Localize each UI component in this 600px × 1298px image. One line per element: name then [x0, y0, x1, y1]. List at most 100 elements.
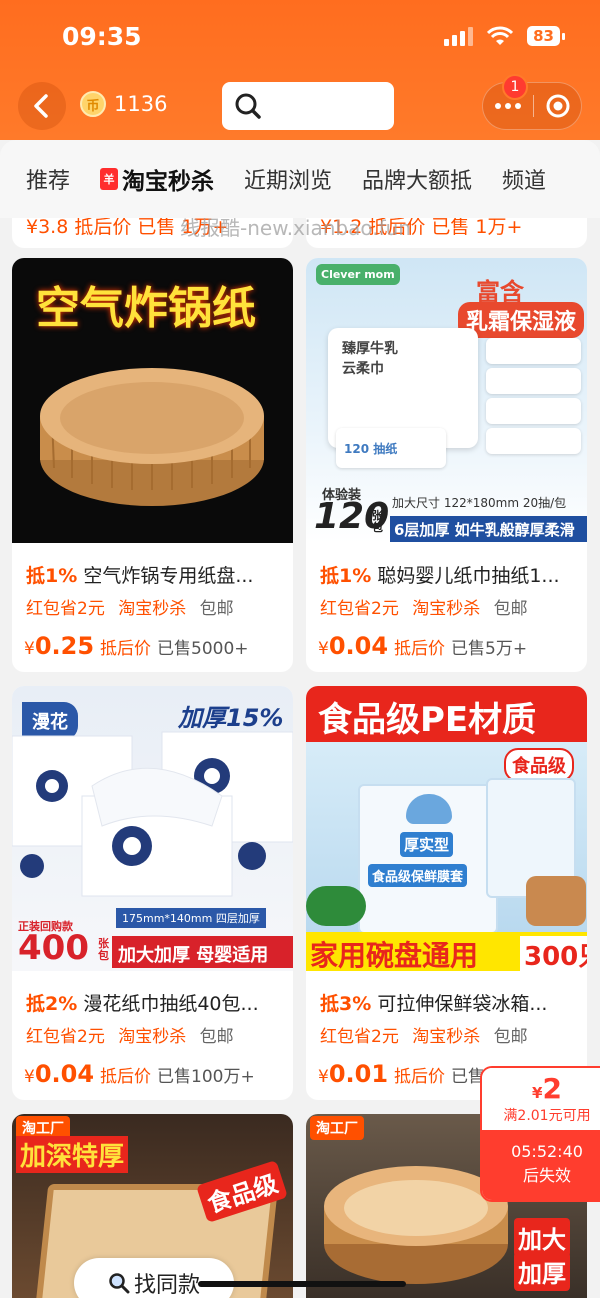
- sold-count: 已售5000+: [157, 639, 249, 659]
- product-title: 抵1% 空气炸锅专用纸盘...: [26, 561, 284, 588]
- vegetable-illustration: [306, 886, 366, 926]
- tag-free-shipping: 包邮: [493, 1027, 528, 1047]
- factory-tag: 淘工厂: [310, 1116, 364, 1140]
- coupon-currency: ¥: [532, 1084, 543, 1102]
- image-caption: 120 抽纸: [344, 442, 398, 456]
- bag-pack-illustration: 厚实型 食品级保鲜膜套: [358, 784, 498, 934]
- tag-red-packet: 红包省2元: [26, 1027, 105, 1047]
- tag-free-shipping: 包邮: [493, 599, 528, 619]
- product-title: 抵1% 聪妈婴儿纸巾抽纸1...: [320, 561, 578, 588]
- chevron-left-icon: [34, 94, 48, 118]
- more-icon[interactable]: [483, 103, 533, 109]
- notification-badge: 1: [502, 74, 528, 100]
- discount-label: 抵3%: [320, 993, 372, 1015]
- promo-tags: 红包省2元 淘宝秒杀 包邮: [320, 594, 536, 619]
- food-illustration: [526, 876, 586, 926]
- tab-channel[interactable]: 频道: [502, 163, 546, 195]
- find-similar-button[interactable]: 找同款: [74, 1258, 234, 1298]
- product-card[interactable]: 空气炸锅纸 抵1% 空气炸锅专用纸盘... 红包省2元 淘宝秒杀 包邮 ¥0.2…: [12, 258, 293, 672]
- product-card[interactable]: 食品级PE材质 食品级 厚实型 食品级保鲜膜套 家用碗盘通用 300只 抵3% …: [306, 686, 587, 1100]
- discount-label: 抵1%: [26, 565, 78, 587]
- product-image: 空气炸锅纸: [12, 258, 293, 543]
- price: 0.01: [328, 1060, 389, 1088]
- back-button[interactable]: [18, 82, 66, 130]
- coupon-popup[interactable]: ¥2 满2.01元可用 05:52:40 后失效: [480, 1066, 600, 1202]
- wifi-icon: [487, 26, 514, 45]
- paper-tray-illustration: [40, 368, 264, 506]
- product-image: 食品级PE材质 食品级 厚实型 食品级保鲜膜套 家用碗盘通用 300只: [306, 686, 587, 971]
- product-image: 漫花 加厚15% 175mm*140mm 四层加厚 正装回购款 400 张包 加…: [12, 686, 293, 971]
- target-icon: [546, 94, 569, 118]
- image-caption: 加厚: [514, 1252, 570, 1291]
- tab-recommend[interactable]: 推荐: [26, 163, 70, 195]
- title-text: 聪妈婴儿纸巾抽纸1...: [377, 565, 560, 587]
- tag-free-shipping: 包邮: [199, 1027, 234, 1047]
- title-text: 可拉伸保鲜袋冰箱...: [377, 993, 548, 1015]
- search-input[interactable]: [222, 82, 394, 130]
- category-tabs: 推荐 羊 淘宝秒杀 近期浏览 品牌大额抵 频道: [0, 140, 600, 218]
- image-caption: 云柔巾: [342, 361, 384, 377]
- image-caption: 加大加厚 母婴适用: [112, 936, 293, 968]
- home-indicator[interactable]: [198, 1281, 406, 1287]
- title-text: 漫花纸巾抽纸40包...: [83, 993, 259, 1015]
- currency-symbol: ¥: [318, 1067, 329, 1087]
- product-card[interactable]: Clever mom 富含 乳霜保湿液 臻厚牛乳 云柔巾 120 抽纸 体验装 …: [306, 258, 587, 672]
- status-time: 09:35: [62, 22, 142, 51]
- image-caption: 300只: [520, 936, 587, 971]
- coupon-condition: 满2.01元可用: [503, 1108, 591, 1124]
- tag-flash-sale: 淘宝秒杀: [412, 1027, 481, 1047]
- image-caption: 张包: [372, 509, 383, 534]
- currency-symbol: ¥: [318, 639, 329, 659]
- product-title: 抵3% 可拉伸保鲜袋冰箱...: [320, 989, 578, 1016]
- coupon-amount: ¥2: [482, 1072, 600, 1105]
- price-label: 抵后价: [394, 639, 446, 659]
- coupon-timer: 05:52:40 后失效: [482, 1130, 600, 1200]
- tab-taobao-flash-sale[interactable]: 羊 淘宝秒杀: [100, 162, 214, 196]
- image-caption: 175mm*140mm 四层加厚: [116, 908, 266, 928]
- coin-count[interactable]: 1136: [114, 92, 167, 116]
- battery-indicator: 83: [527, 26, 565, 46]
- promo-tags: 红包省2元 淘宝秒杀 包邮: [26, 594, 242, 619]
- image-caption: 臻厚牛乳: [342, 341, 398, 357]
- product-title: 抵2% 漫花纸巾抽纸40包...: [26, 989, 284, 1016]
- tag-flash-sale: 淘宝秒杀: [118, 599, 187, 619]
- find-similar-label: 找同款: [133, 1273, 200, 1298]
- discount-label: 抵2%: [26, 993, 78, 1015]
- image-caption: 6层加厚 如牛乳般醇厚柔滑: [390, 516, 587, 542]
- price-row: ¥0.04 抵后价 已售100万+: [24, 1060, 255, 1088]
- discount-label: 抵1%: [320, 565, 372, 587]
- search-icon: [235, 93, 261, 119]
- image-caption: 加大尺寸 122*180mm 20抽/包: [392, 496, 567, 510]
- tissue-stack-illustration: [486, 338, 581, 488]
- close-target-button[interactable]: [534, 93, 581, 119]
- product-card[interactable]: 漫花 加厚15% 175mm*140mm 四层加厚 正装回购款 400 张包 加…: [12, 686, 293, 1100]
- promo-tags: 红包省2元 淘宝秒杀 包邮: [320, 1022, 536, 1047]
- image-caption: 食品级PE材质: [318, 700, 537, 740]
- brand-logo: Clever mom: [316, 264, 400, 285]
- price-label: 抵后价: [100, 1067, 152, 1087]
- mini-program-capsule: [482, 82, 582, 130]
- tag-red-packet: 红包省2元: [320, 1027, 399, 1047]
- price-label: 抵后价: [394, 1067, 446, 1087]
- price: 0.04: [328, 632, 389, 660]
- coupon-countdown: 05:52:40: [511, 1142, 583, 1161]
- tab-label: 淘宝秒杀: [122, 169, 215, 195]
- image-caption: 食品级保鲜膜套: [368, 864, 468, 887]
- search-icon: [109, 1273, 130, 1294]
- product-image: Clever mom 富含 乳霜保湿液 臻厚牛乳 云柔巾 120 抽纸 体验装 …: [306, 258, 587, 543]
- signal-icon: [444, 26, 474, 46]
- tissue-pack-small: 120 抽纸: [336, 428, 446, 468]
- image-caption: 食品级: [504, 748, 574, 782]
- sold-count: 已售100万+: [157, 1067, 255, 1087]
- coupon-value: 2: [542, 1072, 562, 1105]
- image-caption: 张包: [98, 937, 109, 962]
- tag-free-shipping: 包邮: [199, 599, 234, 619]
- status-icons: 83: [444, 26, 565, 46]
- tag-red-packet: 红包省2元: [26, 599, 105, 619]
- tab-recent-browse[interactable]: 近期浏览: [244, 163, 332, 195]
- price: 0.25: [34, 632, 95, 660]
- tab-brand-discount[interactable]: 品牌大额抵: [362, 163, 472, 195]
- price-row: ¥0.04 抵后价 已售5万+: [318, 632, 527, 660]
- sold-count: 已售5万+: [451, 639, 528, 659]
- coupon-amount-area: ¥2 满2.01元可用: [482, 1068, 600, 1130]
